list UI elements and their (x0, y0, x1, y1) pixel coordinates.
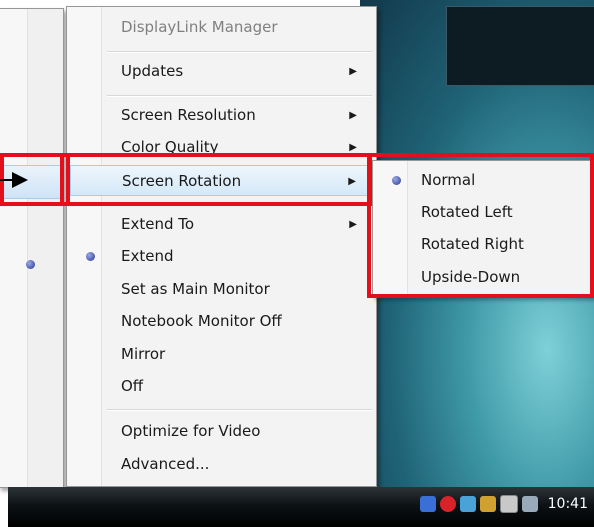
menu-item-label: Updates (121, 62, 184, 80)
network-icon[interactable] (419, 496, 436, 512)
menu-title: DisplayLink Manager (70, 12, 373, 43)
previous-menu-radio-bullet-icon (26, 260, 35, 269)
submenu-arrow-icon: ▶ (349, 66, 357, 77)
menu-item-off[interactable]: Off (70, 371, 373, 402)
menu-item-set-as-main-monitor[interactable]: Set as Main Monitor (70, 274, 373, 305)
menu-item-label: Screen Resolution (121, 106, 256, 124)
taskbar-clock[interactable]: 10:41 (548, 496, 588, 512)
system-tray: 10:41 (419, 495, 588, 513)
menu-separator (107, 51, 372, 53)
menu-item-extend[interactable]: Extend (70, 241, 373, 272)
annotation-box-screen-rotation (60, 153, 372, 206)
display-disconnected-icon[interactable] (499, 495, 518, 513)
menu-item-notebook-monitor-off[interactable]: Notebook Monitor Off (70, 306, 373, 337)
menu-item-label: Advanced... (121, 455, 210, 473)
displaylink-icon[interactable] (459, 496, 476, 512)
menu-item-label: Notebook Monitor Off (121, 312, 282, 330)
previous-menu (0, 8, 64, 488)
menu-title-label: DisplayLink Manager (121, 18, 278, 36)
menu-item-label: Optimize for Video (121, 422, 261, 440)
menu-gutter (0, 9, 28, 487)
menu-item-extend-to[interactable]: Extend To ▶ (70, 209, 373, 240)
menu-separator (107, 409, 372, 411)
menu-item-optimize-for-video[interactable]: Optimize for Video (70, 416, 373, 447)
menu-item-label: Extend To (121, 215, 195, 233)
menu-item-label: Mirror (121, 345, 166, 363)
radio-bullet-icon (86, 252, 95, 261)
submenu-arrow-icon: ▶ (349, 110, 357, 121)
security-alert-icon[interactable] (439, 496, 456, 512)
volume-icon[interactable] (521, 496, 538, 512)
submenu-arrow-icon: ▶ (349, 219, 357, 230)
annotation-box-rotation-submenu (367, 153, 594, 298)
background-window (446, 6, 594, 86)
device-icon[interactable] (479, 496, 496, 512)
menu-item-label: Extend (121, 247, 174, 265)
menu-item-mirror[interactable]: Mirror (70, 339, 373, 370)
taskbar: 10:41 (8, 487, 594, 527)
menu-separator (107, 95, 372, 97)
menu-item-updates[interactable]: Updates ▶ (70, 56, 373, 87)
pointer-arrow-icon (12, 172, 28, 188)
menu-item-advanced[interactable]: Advanced... (70, 449, 373, 480)
menu-item-label: Set as Main Monitor (121, 280, 270, 298)
displaylink-context-menu: DisplayLink Manager Updates ▶ Screen Res… (66, 6, 377, 487)
menu-item-screen-resolution[interactable]: Screen Resolution ▶ (70, 100, 373, 131)
menu-item-label: Off (121, 377, 144, 395)
